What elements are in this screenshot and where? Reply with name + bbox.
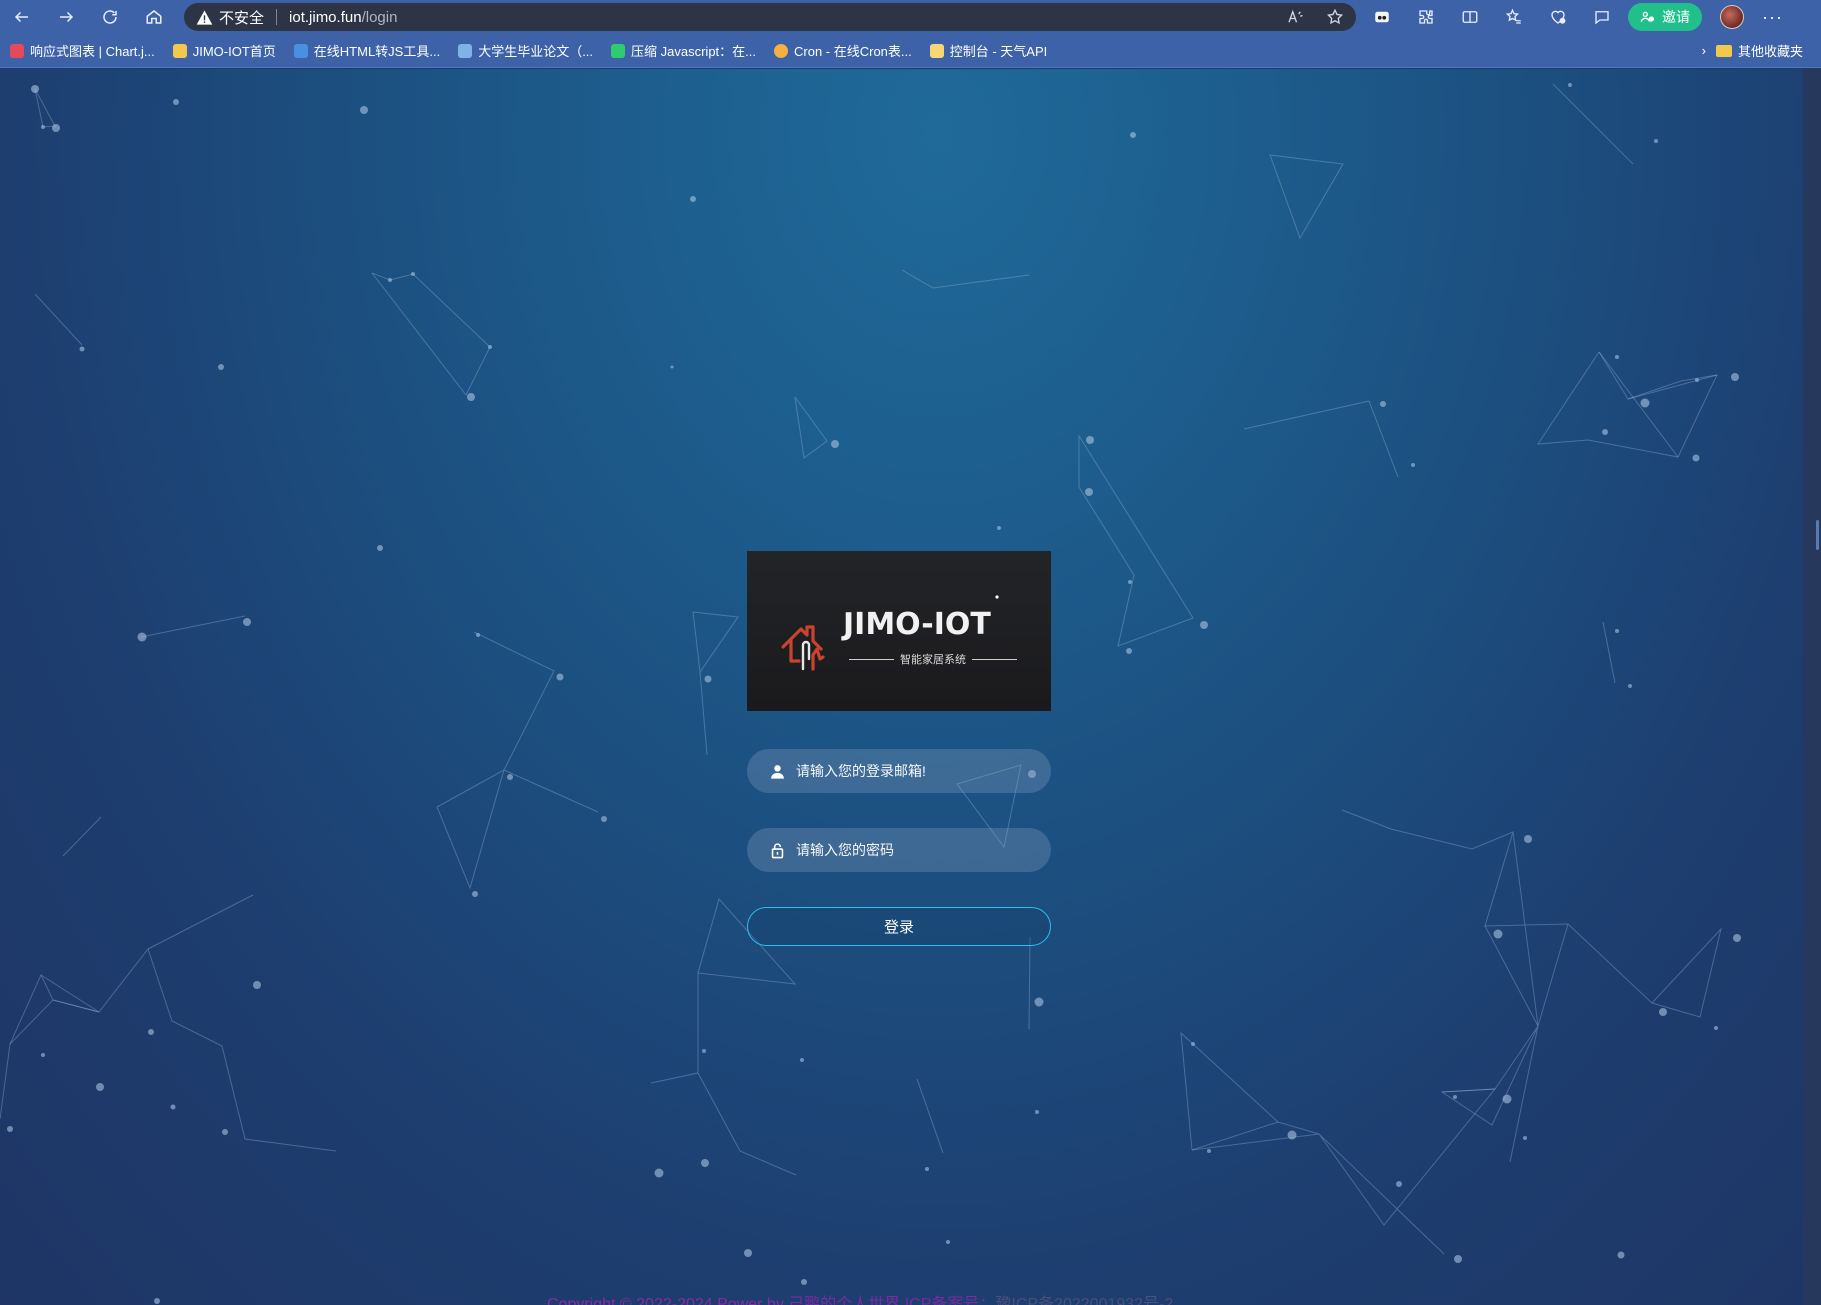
brand-logo: JIMO-IOT 智能家居系统 <box>747 551 1051 711</box>
arrow-left-icon <box>14 11 28 23</box>
collections-button[interactable] <box>1580 0 1624 34</box>
copyright-text: Copyright © 2022-2024 Power by <box>547 1296 789 1305</box>
logo-subtitle-row: 智能家居系统 <box>849 651 1017 667</box>
favorites-list-icon <box>1505 8 1521 24</box>
password-input[interactable] <box>796 842 1036 858</box>
chartjs-favicon-icon <box>10 43 24 58</box>
heart-pulse-icon <box>1551 10 1566 24</box>
extensions-button[interactable] <box>1404 0 1448 34</box>
bookmark-label: Cron - 在线Cron表... <box>794 44 912 59</box>
invite-people-icon <box>1640 11 1654 22</box>
c-favicon-icon <box>611 43 626 58</box>
school-favicon-icon <box>458 43 473 58</box>
bookmark-label: 响应式图表 | Chart.j... <box>30 44 155 59</box>
address-bar[interactable]: 不安全 iot.jimo.fun/login <box>184 3 1356 31</box>
split-screen-button[interactable] <box>1448 0 1492 34</box>
bookmark-jimo-home[interactable]: JIMO-IOT首页 <box>163 34 284 68</box>
home-button[interactable] <box>132 0 176 34</box>
bookmark-compress-js[interactable]: 压缩 Javascript：在... <box>601 34 764 68</box>
bookmark-label: JIMO-IOT首页 <box>192 44 276 59</box>
warning-icon <box>196 9 213 25</box>
invite-button[interactable]: 邀请 <box>1628 3 1702 31</box>
login-button[interactable]: 登录 <box>747 907 1051 946</box>
logo-title: JIMO-IOT <box>843 607 991 642</box>
browser-toolbar: 不安全 iot.jimo.fun/login 邀请 ··· <box>0 0 1821 34</box>
split-screen-icon <box>1462 11 1478 23</box>
browser-essentials-button[interactable] <box>1536 0 1580 34</box>
bookmarks-bar: 响应式图表 | Chart.j... JIMO-IOT首页 在线HTML转JS工… <box>0 34 1821 68</box>
divider-line <box>849 658 894 660</box>
extension-mask-icon <box>1375 11 1389 23</box>
bookmark-chartjs[interactable]: 响应式图表 | Chart.j... <box>0 34 163 68</box>
refresh-button[interactable] <box>88 0 132 34</box>
invite-label: 邀请 <box>1662 9 1690 25</box>
url-path: /login <box>361 8 398 26</box>
weather-favicon-icon <box>929 43 944 58</box>
other-bookmarks-label: 其他收藏夹 <box>1737 44 1803 59</box>
author-link[interactable]: 己鹏的个人世界 <box>788 1296 900 1305</box>
profile-avatar[interactable] <box>1720 5 1744 29</box>
forward-button[interactable] <box>44 0 88 34</box>
bookmark-thesis[interactable]: 大学生毕业论文（... <box>448 34 601 68</box>
logo-subtitle: 智能家居系统 <box>900 654 966 666</box>
jimo-favicon-icon <box>172 43 187 58</box>
favorite-star-icon[interactable] <box>1326 8 1344 26</box>
email-input[interactable] <box>796 763 1036 779</box>
reader-extension-button[interactable] <box>1360 0 1404 34</box>
read-aloud-icon[interactable] <box>1286 8 1304 26</box>
bookmark-label: 控制台 - 天气API <box>949 44 1048 59</box>
lock-icon <box>771 842 784 858</box>
folder-icon <box>1715 44 1732 57</box>
bookmark-label: 大学生毕业论文（... <box>478 44 594 59</box>
u-favicon-icon <box>293 43 308 58</box>
bookmark-weather-api[interactable]: 控制台 - 天气API <box>920 34 1056 68</box>
login-page: JIMO-IOT 智能家居系统 登录 Copyright © 2022-2024… <box>0 69 1803 1305</box>
security-label: 不安全 <box>219 9 265 27</box>
back-button[interactable] <box>0 0 44 34</box>
icp-number-link[interactable]: 豫ICP备2022001932号-2 <box>995 1296 1173 1305</box>
bookmark-label: 压缩 Javascript：在... <box>631 44 756 59</box>
more-options-icon[interactable]: ··· <box>1762 7 1783 28</box>
login-card: JIMO-IOT 智能家居系统 登录 <box>747 551 1051 946</box>
vertical-scrollbar[interactable] <box>1803 69 1821 1305</box>
arrow-right-icon <box>60 11 74 23</box>
chevron-right-icon[interactable]: › <box>1692 43 1716 58</box>
page-footer: Copyright © 2022-2024 Power by 己鹏的个人世界 I… <box>547 1290 1173 1305</box>
bookmark-cron[interactable]: Cron - 在线Cron表... <box>764 34 920 68</box>
chat-bubble-icon <box>1595 11 1609 25</box>
bookmark-html-to-js[interactable]: 在线HTML转JS工具... <box>284 34 448 68</box>
puzzle-icon <box>1419 10 1433 24</box>
url-host: iot.jimo.fun <box>289 8 362 26</box>
scrollbar-thumb[interactable] <box>1816 520 1819 550</box>
other-bookmarks-folder[interactable]: 其他收藏夹 <box>1715 41 1821 60</box>
bookmark-label: 在线HTML转JS工具... <box>313 44 441 59</box>
favorites-button[interactable] <box>1492 0 1536 34</box>
address-divider <box>276 9 278 25</box>
home-icon <box>146 10 162 24</box>
divider-line <box>972 658 1017 660</box>
cron-favicon-icon <box>774 43 788 58</box>
email-field-container[interactable] <box>747 749 1051 793</box>
security-indicator[interactable]: 不安全 <box>196 7 264 28</box>
refresh-icon <box>103 10 117 24</box>
user-icon <box>771 764 784 779</box>
icp-label: ICP备案号： <box>900 1296 996 1305</box>
password-field-container[interactable] <box>747 828 1051 872</box>
